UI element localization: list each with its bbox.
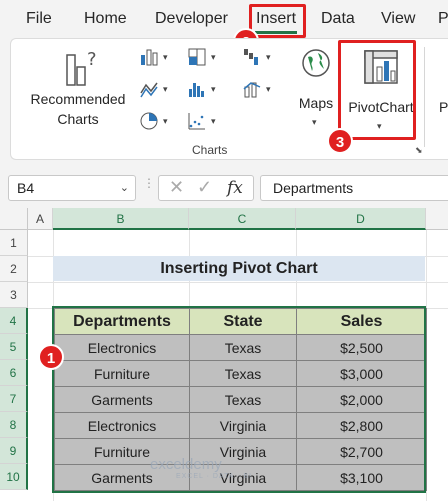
chevron-down-icon[interactable]: ▾ (211, 52, 216, 63)
cell-department[interactable]: Furniture (54, 360, 190, 387)
table-row: Electronics Virginia $2,800 (54, 412, 427, 439)
row-header-8[interactable]: 8 (0, 412, 28, 438)
table-row: Furniture Texas $3,000 (54, 360, 427, 387)
column-header-c[interactable]: C (189, 208, 296, 230)
row-header-5[interactable]: 5 (0, 334, 28, 360)
column-header-next[interactable] (426, 208, 448, 230)
cancel-icon[interactable]: ✕ (169, 177, 184, 198)
dialog-launcher-icon[interactable]: ⬊ (415, 145, 423, 156)
recommended-charts-button[interactable]: ? Recommended Charts (25, 45, 131, 135)
cell-sales[interactable]: $2,000 (296, 386, 427, 413)
menu-developer[interactable]: Developer (155, 0, 228, 38)
chevron-down-icon[interactable]: ▾ (163, 52, 168, 63)
row-header-1[interactable]: 1 (0, 230, 28, 256)
chevron-down-icon[interactable]: ▾ (266, 84, 271, 95)
menu-home[interactable]: Home (84, 0, 127, 38)
chevron-down-icon[interactable]: ▾ (163, 84, 168, 95)
charts-group-label: Charts (192, 143, 228, 157)
cell-sales[interactable]: $2,500 (296, 334, 427, 361)
combo-chart-icon[interactable] (242, 79, 262, 99)
row-header-3[interactable]: 3 (0, 282, 28, 308)
recommended-label-2: Charts (57, 111, 99, 127)
table-header-row: Departments State Sales (54, 308, 427, 335)
data-table: Departments State Sales Electronics Texa… (54, 308, 427, 491)
chevron-down-icon[interactable]: ⌄ (120, 176, 129, 200)
drag-handle-icon[interactable]: ⋮ (143, 177, 155, 189)
table-row: Furniture Virginia $2,700 (54, 438, 427, 465)
menu-overflow[interactable]: P (438, 0, 448, 38)
column-header-b[interactable]: B (53, 208, 189, 230)
formula-buttons: ✕ ✓ fx (158, 175, 254, 201)
menu-view[interactable]: View (381, 0, 415, 38)
globe-icon (302, 49, 330, 77)
header-state[interactable]: State (189, 308, 297, 335)
sheet-title[interactable]: Inserting Pivot Chart (53, 256, 425, 281)
line-chart-icon[interactable] (139, 79, 159, 99)
worksheet-grid: A B C D 1 2 3 4 5 6 7 8 9 10 Inserting P… (0, 208, 448, 501)
chevron-down-icon[interactable]: ▾ (163, 116, 168, 127)
menu-file[interactable]: File (26, 0, 52, 38)
watermark-tagline: EXCEL · DATA · BI (176, 473, 252, 480)
cell-sales[interactable]: $3,000 (296, 360, 427, 387)
row-header-2[interactable]: 2 (0, 256, 28, 282)
cell-state[interactable]: Texas (189, 360, 297, 387)
step-3-badge: 3 (327, 128, 353, 154)
recommended-label-1: Recommended (30, 91, 126, 107)
cell-department[interactable]: Garments (54, 386, 190, 413)
ribbon-separator (424, 47, 425, 147)
formula-input[interactable]: Departments (260, 175, 448, 201)
column-header-a[interactable]: A (28, 208, 53, 230)
row-header-10[interactable]: 10 (0, 464, 28, 490)
select-all-corner[interactable] (0, 208, 28, 230)
cell-sales[interactable]: $2,700 (296, 438, 427, 465)
svg-text:?: ? (87, 49, 97, 70)
enter-check-icon[interactable]: ✓ (197, 177, 212, 198)
cell-sales[interactable]: $2,800 (296, 412, 427, 439)
hierarchy-chart-icon[interactable] (187, 47, 207, 67)
row-header-4[interactable]: 4 (0, 308, 28, 334)
column-header-d[interactable]: D (296, 208, 426, 230)
next-ribbon-item-label[interactable]: Pi (439, 99, 448, 115)
cell-state[interactable]: Texas (189, 334, 297, 361)
waterfall-chart-icon[interactable] (242, 47, 262, 67)
cell-sales[interactable]: $3,100 (296, 464, 427, 491)
statistic-chart-icon[interactable] (187, 79, 207, 99)
formula-bar: B4 ⌄ ⋮ ✕ ✓ fx Departments (0, 164, 448, 208)
cell-department[interactable]: Electronics (54, 334, 190, 361)
row-header-7[interactable]: 7 (0, 386, 28, 412)
chevron-down-icon[interactable]: ▾ (266, 52, 271, 63)
header-departments[interactable]: Departments (54, 308, 190, 335)
row-header-6[interactable]: 6 (0, 360, 28, 386)
chevron-down-icon[interactable]: ▾ (211, 84, 216, 95)
cell-state[interactable]: Virginia (189, 412, 297, 439)
menu-data[interactable]: Data (321, 0, 355, 38)
table-row: Electronics Texas $2,500 (54, 334, 427, 361)
scatter-chart-icon[interactable] (187, 111, 207, 131)
cell-state[interactable]: Texas (189, 386, 297, 413)
insert-function-icon[interactable]: fx (227, 178, 243, 198)
header-sales[interactable]: Sales (296, 308, 427, 335)
recommended-charts-icon: ? (66, 49, 97, 86)
column-chart-icon[interactable] (139, 47, 159, 67)
maps-button[interactable]: Maps ▾ (291, 47, 341, 127)
maps-label: Maps (298, 95, 334, 111)
table-row: Garments Texas $2,000 (54, 386, 427, 413)
chevron-down-icon[interactable]: ▾ (211, 116, 216, 127)
pivotchart-highlight-box (338, 40, 416, 140)
watermark-logo: exceldemy (150, 456, 222, 473)
pie-chart-icon[interactable] (139, 111, 159, 131)
insert-highlight-box (249, 4, 306, 38)
name-box-value: B4 (17, 180, 35, 196)
gridline (28, 282, 448, 283)
step-1-badge: 1 (38, 344, 64, 370)
cell-department[interactable]: Electronics (54, 412, 190, 439)
row-header-9[interactable]: 9 (0, 438, 28, 464)
name-box[interactable]: B4 ⌄ (8, 175, 136, 201)
chevron-down-icon: ▾ (312, 117, 317, 127)
menu-bar: File Home Developer Insert Data View P (0, 0, 448, 38)
